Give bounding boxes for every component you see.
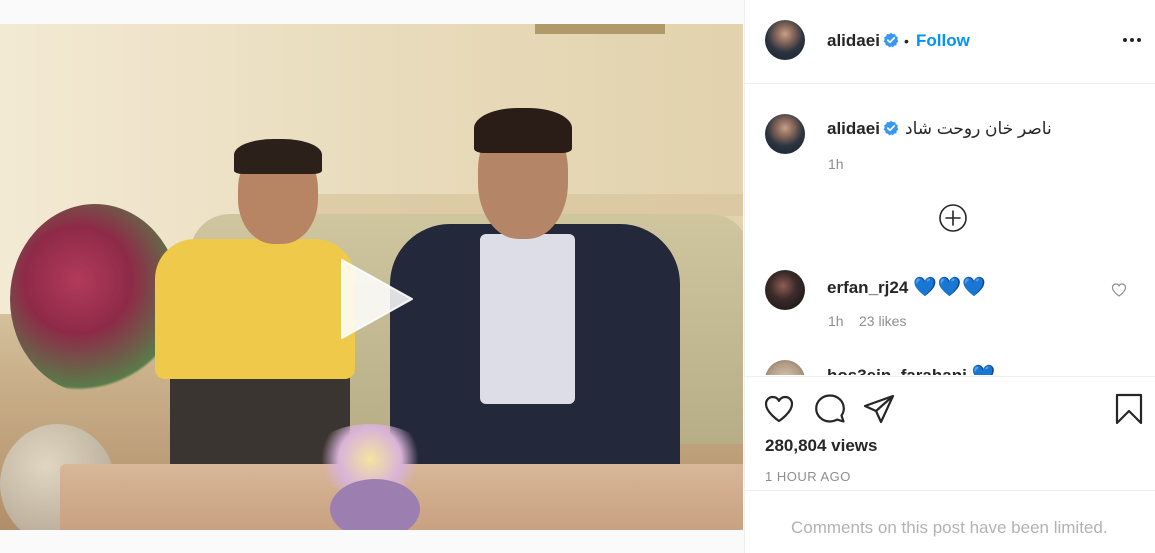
caption-username[interactable]: alidaei — [827, 119, 880, 139]
video-person-right-hair — [474, 108, 572, 153]
comment-icon[interactable] — [814, 393, 846, 425]
verified-badge-icon — [883, 32, 899, 48]
video-picture-frame — [535, 24, 665, 34]
comments-limited-notice: Comments on this post have been limited. — [745, 490, 1155, 553]
commenter-username[interactable]: erfan_rj24 — [827, 278, 908, 297]
load-more-comments-icon[interactable] — [938, 203, 968, 233]
post-side-panel: alidaei • Follow alidaei ناصر خان روحت ش… — [744, 0, 1155, 553]
author-username[interactable]: alidaei — [827, 31, 880, 51]
bookmark-icon[interactable] — [1113, 393, 1145, 425]
more-options-icon[interactable] — [1121, 30, 1143, 50]
header-separator: • — [904, 33, 909, 49]
comment-text: 💙 — [972, 365, 997, 375]
video-person-right-shirt — [480, 234, 575, 404]
video-flowerpot — [330, 479, 420, 530]
instagram-post: alidaei • Follow alidaei ناصر خان روحت ش… — [0, 0, 1155, 553]
post-actions: 280,804 views 1 HOUR AGO — [745, 376, 1155, 490]
commenter-avatar[interactable] — [765, 270, 805, 310]
video-person-left-hair — [234, 139, 322, 174]
comments-list[interactable]: alidaei ناصر خان روحت شاد 1h erfan_rj24 … — [745, 85, 1155, 375]
share-icon[interactable] — [863, 393, 895, 425]
views-count[interactable]: 280,804 views — [765, 436, 877, 456]
commenter-avatar[interactable] — [765, 360, 805, 375]
video-person-left-shirt — [155, 239, 355, 379]
verified-badge-icon — [883, 120, 899, 136]
comments-limited-text: Comments on this post have been limited. — [791, 518, 1108, 537]
caption-text: ناصر خان روحت شاد — [905, 119, 1052, 138]
commenter-username[interactable]: hos3ein_farahani — [827, 366, 967, 375]
comment-likes[interactable]: 23 likes — [859, 313, 906, 329]
author-avatar[interactable] — [765, 20, 805, 60]
heart-outline-icon[interactable] — [1111, 282, 1127, 298]
play-icon[interactable] — [330, 254, 420, 344]
comment-time[interactable]: 1h — [828, 313, 844, 329]
post-header: alidaei • Follow — [745, 0, 1155, 84]
caption-author-avatar[interactable] — [765, 114, 805, 154]
post-video[interactable] — [0, 24, 743, 530]
comment-item: erfan_rj24 💙💙💙 — [827, 275, 987, 299]
post-timestamp[interactable]: 1 HOUR AGO — [765, 469, 851, 484]
comment-text: 💙💙💙 — [913, 277, 987, 298]
heart-icon[interactable] — [763, 393, 795, 425]
comment-item: hos3ein_farahani 💙 — [827, 363, 996, 375]
caption-time[interactable]: 1h — [828, 156, 844, 172]
follow-button[interactable]: Follow — [916, 31, 970, 51]
